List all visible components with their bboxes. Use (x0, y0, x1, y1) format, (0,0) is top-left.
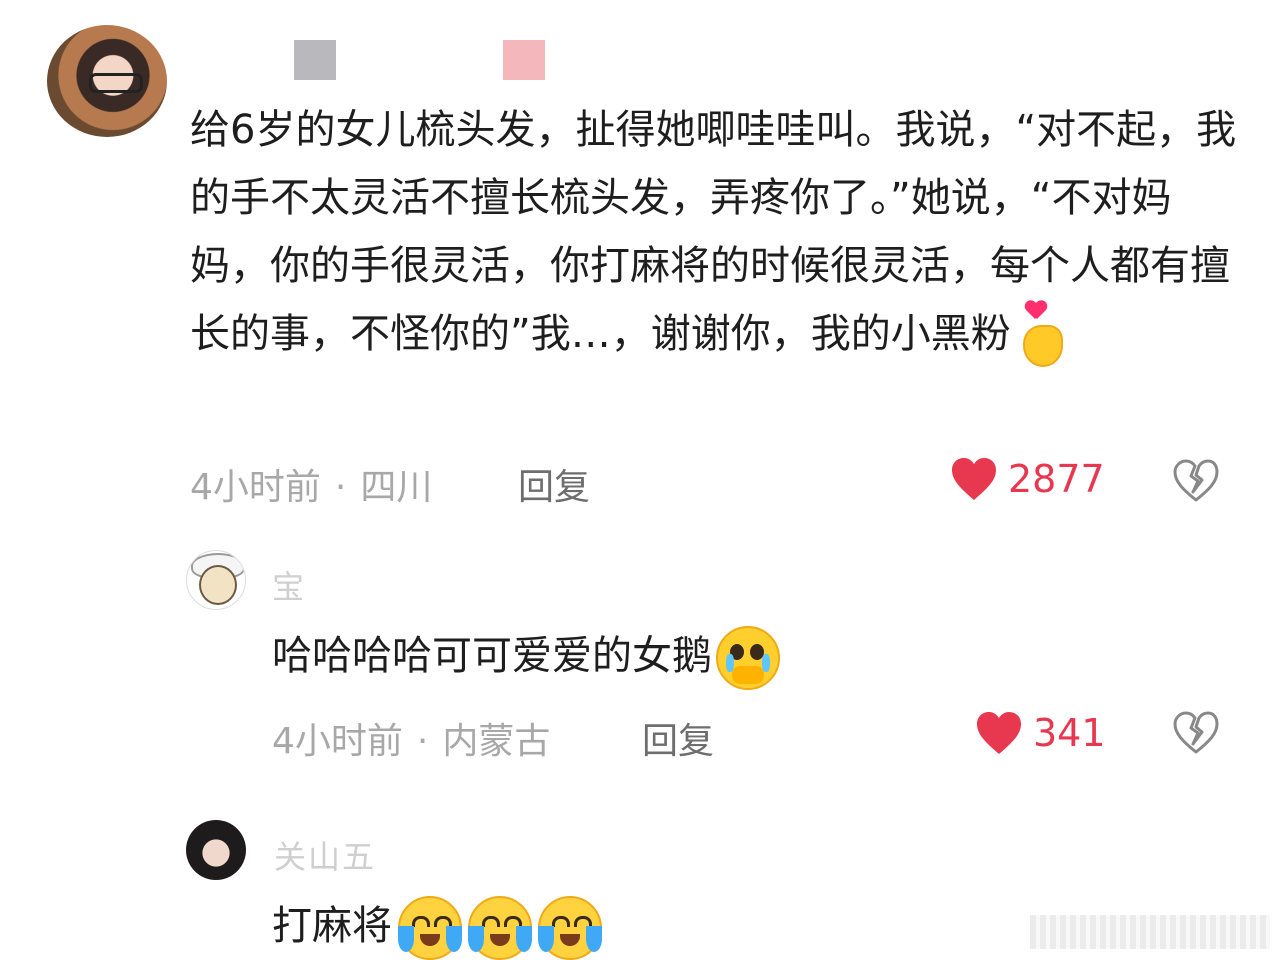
crying-face-emoji-icon (398, 896, 462, 960)
reply-time: 4小时前 (272, 721, 403, 762)
reply-username[interactable]: 关山五 (274, 832, 376, 878)
reply-meta: 4小时前 · 内蒙古 (272, 712, 550, 764)
reply-body: 哈哈哈哈可可爱爱的女鹅 (272, 633, 712, 679)
comment-meta: 4小时前 · 四川 (190, 458, 432, 510)
comment-body: 给6岁的女儿梳头发，扯得她唧哇哇叫。我说，“对不起，我的手不太灵活不擅长梳头发，… (190, 107, 1237, 357)
username-redacted-block (294, 40, 336, 80)
broken-heart-icon[interactable] (1172, 458, 1220, 504)
like-count: 2877 (1008, 457, 1105, 501)
comment-time: 4小时前 (190, 467, 321, 508)
like-button[interactable]: 2877 (950, 456, 1105, 502)
broken-heart-icon[interactable] (1172, 710, 1220, 756)
reply-avatar[interactable] (186, 550, 246, 610)
reply-username[interactable]: 宝 (272, 562, 306, 608)
crying-face-emoji-icon (538, 896, 602, 960)
reply-text: 哈哈哈哈可可爱爱的女鹅 (272, 622, 1172, 690)
like-count: 341 (1033, 711, 1106, 755)
reply-body: 打麻将 (272, 903, 392, 949)
comment-location: 四川 (360, 467, 433, 508)
reply-location: 内蒙古 (442, 721, 551, 762)
meta-separator: · (416, 721, 429, 762)
reply-button[interactable]: 回复 (518, 458, 590, 510)
crying-face-emoji-icon (468, 896, 532, 960)
username-redacted-block (503, 40, 545, 80)
reply-avatar[interactable] (186, 820, 246, 880)
reply-button[interactable]: 回复 (642, 712, 714, 764)
heart-icon (977, 712, 1021, 754)
comment-text: 给6岁的女儿梳头发，扯得她唧哇哇叫。我说，“对不起，我的手不太灵活不擅长梳头发，… (190, 96, 1250, 368)
holding-back-tears-emoji-icon (716, 626, 780, 690)
meta-separator: · (334, 467, 347, 508)
commenter-avatar[interactable] (47, 25, 167, 137)
watermark (1030, 915, 1270, 949)
finger-heart-emoji-icon (1019, 301, 1065, 367)
like-button[interactable]: 341 (975, 710, 1106, 756)
heart-icon (952, 458, 996, 500)
